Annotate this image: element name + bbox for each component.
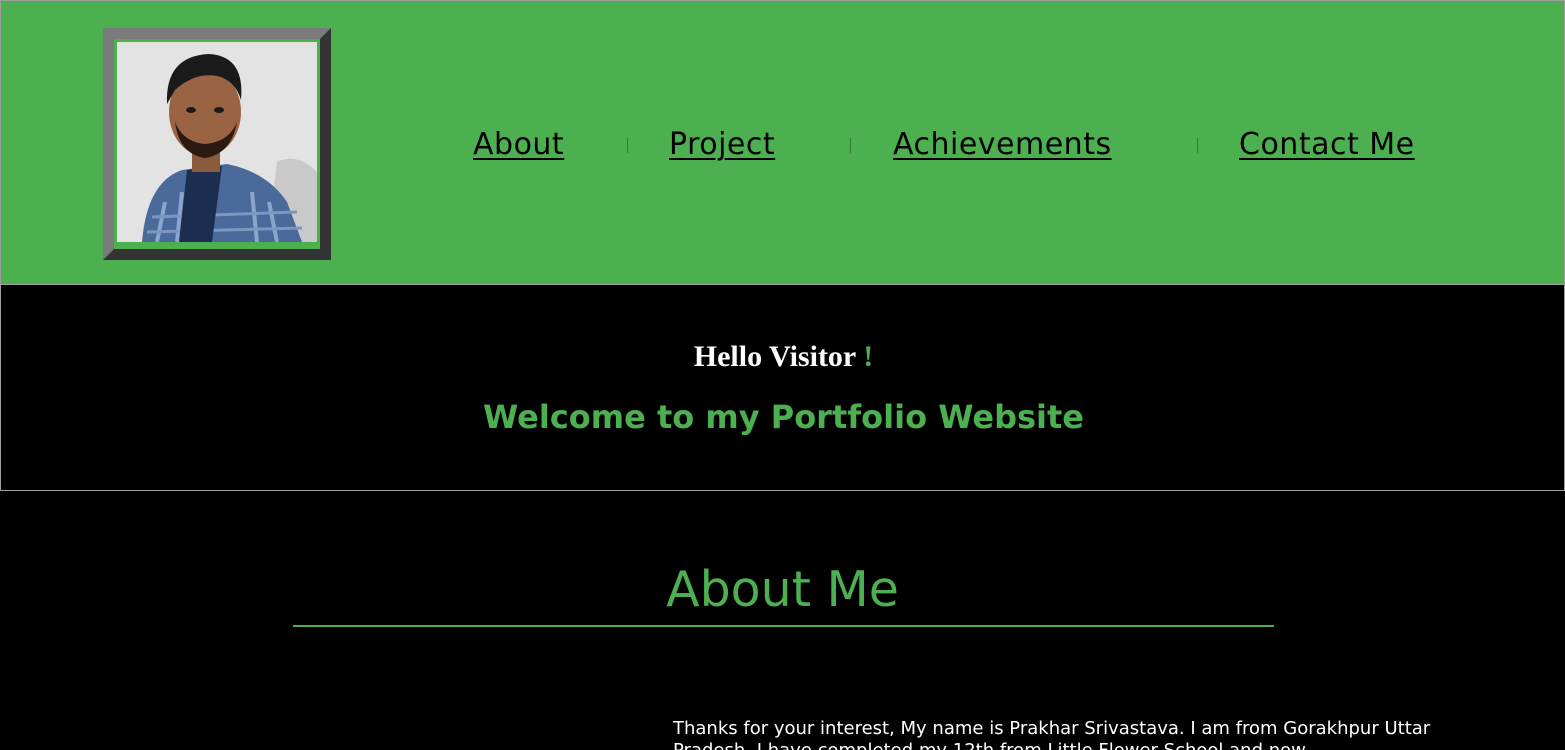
nav-link-project[interactable]: Project [669, 123, 775, 167]
hello-exclamation: ! [863, 340, 874, 373]
hello-visitor-heading: Hello Visitor ! [1, 337, 1565, 377]
about-divider [293, 625, 1274, 627]
about-me-paragraph: Thanks for your interest, My name is Pra… [673, 718, 1431, 750]
profile-photo-frame [103, 28, 331, 260]
hero-banner: Hello Visitor ! Welcome to my Portfolio … [0, 285, 1565, 491]
site-header: About Project Achievements Contact Me [0, 0, 1565, 285]
nav-separator [627, 138, 628, 153]
about-me-heading: About Me [666, 561, 899, 618]
hello-visitor-text: Hello Visitor [693, 340, 856, 373]
welcome-heading: Welcome to my Portfolio Website [483, 398, 1084, 436]
profile-photo [117, 42, 317, 242]
profile-photo-illustration [117, 42, 317, 242]
nav-link-about[interactable]: About [473, 123, 564, 167]
nav-link-contact-me[interactable]: Contact Me [1239, 123, 1415, 167]
portfolio-page: About Project Achievements Contact Me He… [0, 0, 1565, 750]
nav-separator [1197, 138, 1198, 153]
nav-separator [850, 138, 851, 153]
nav-link-achievements[interactable]: Achievements [893, 123, 1112, 167]
